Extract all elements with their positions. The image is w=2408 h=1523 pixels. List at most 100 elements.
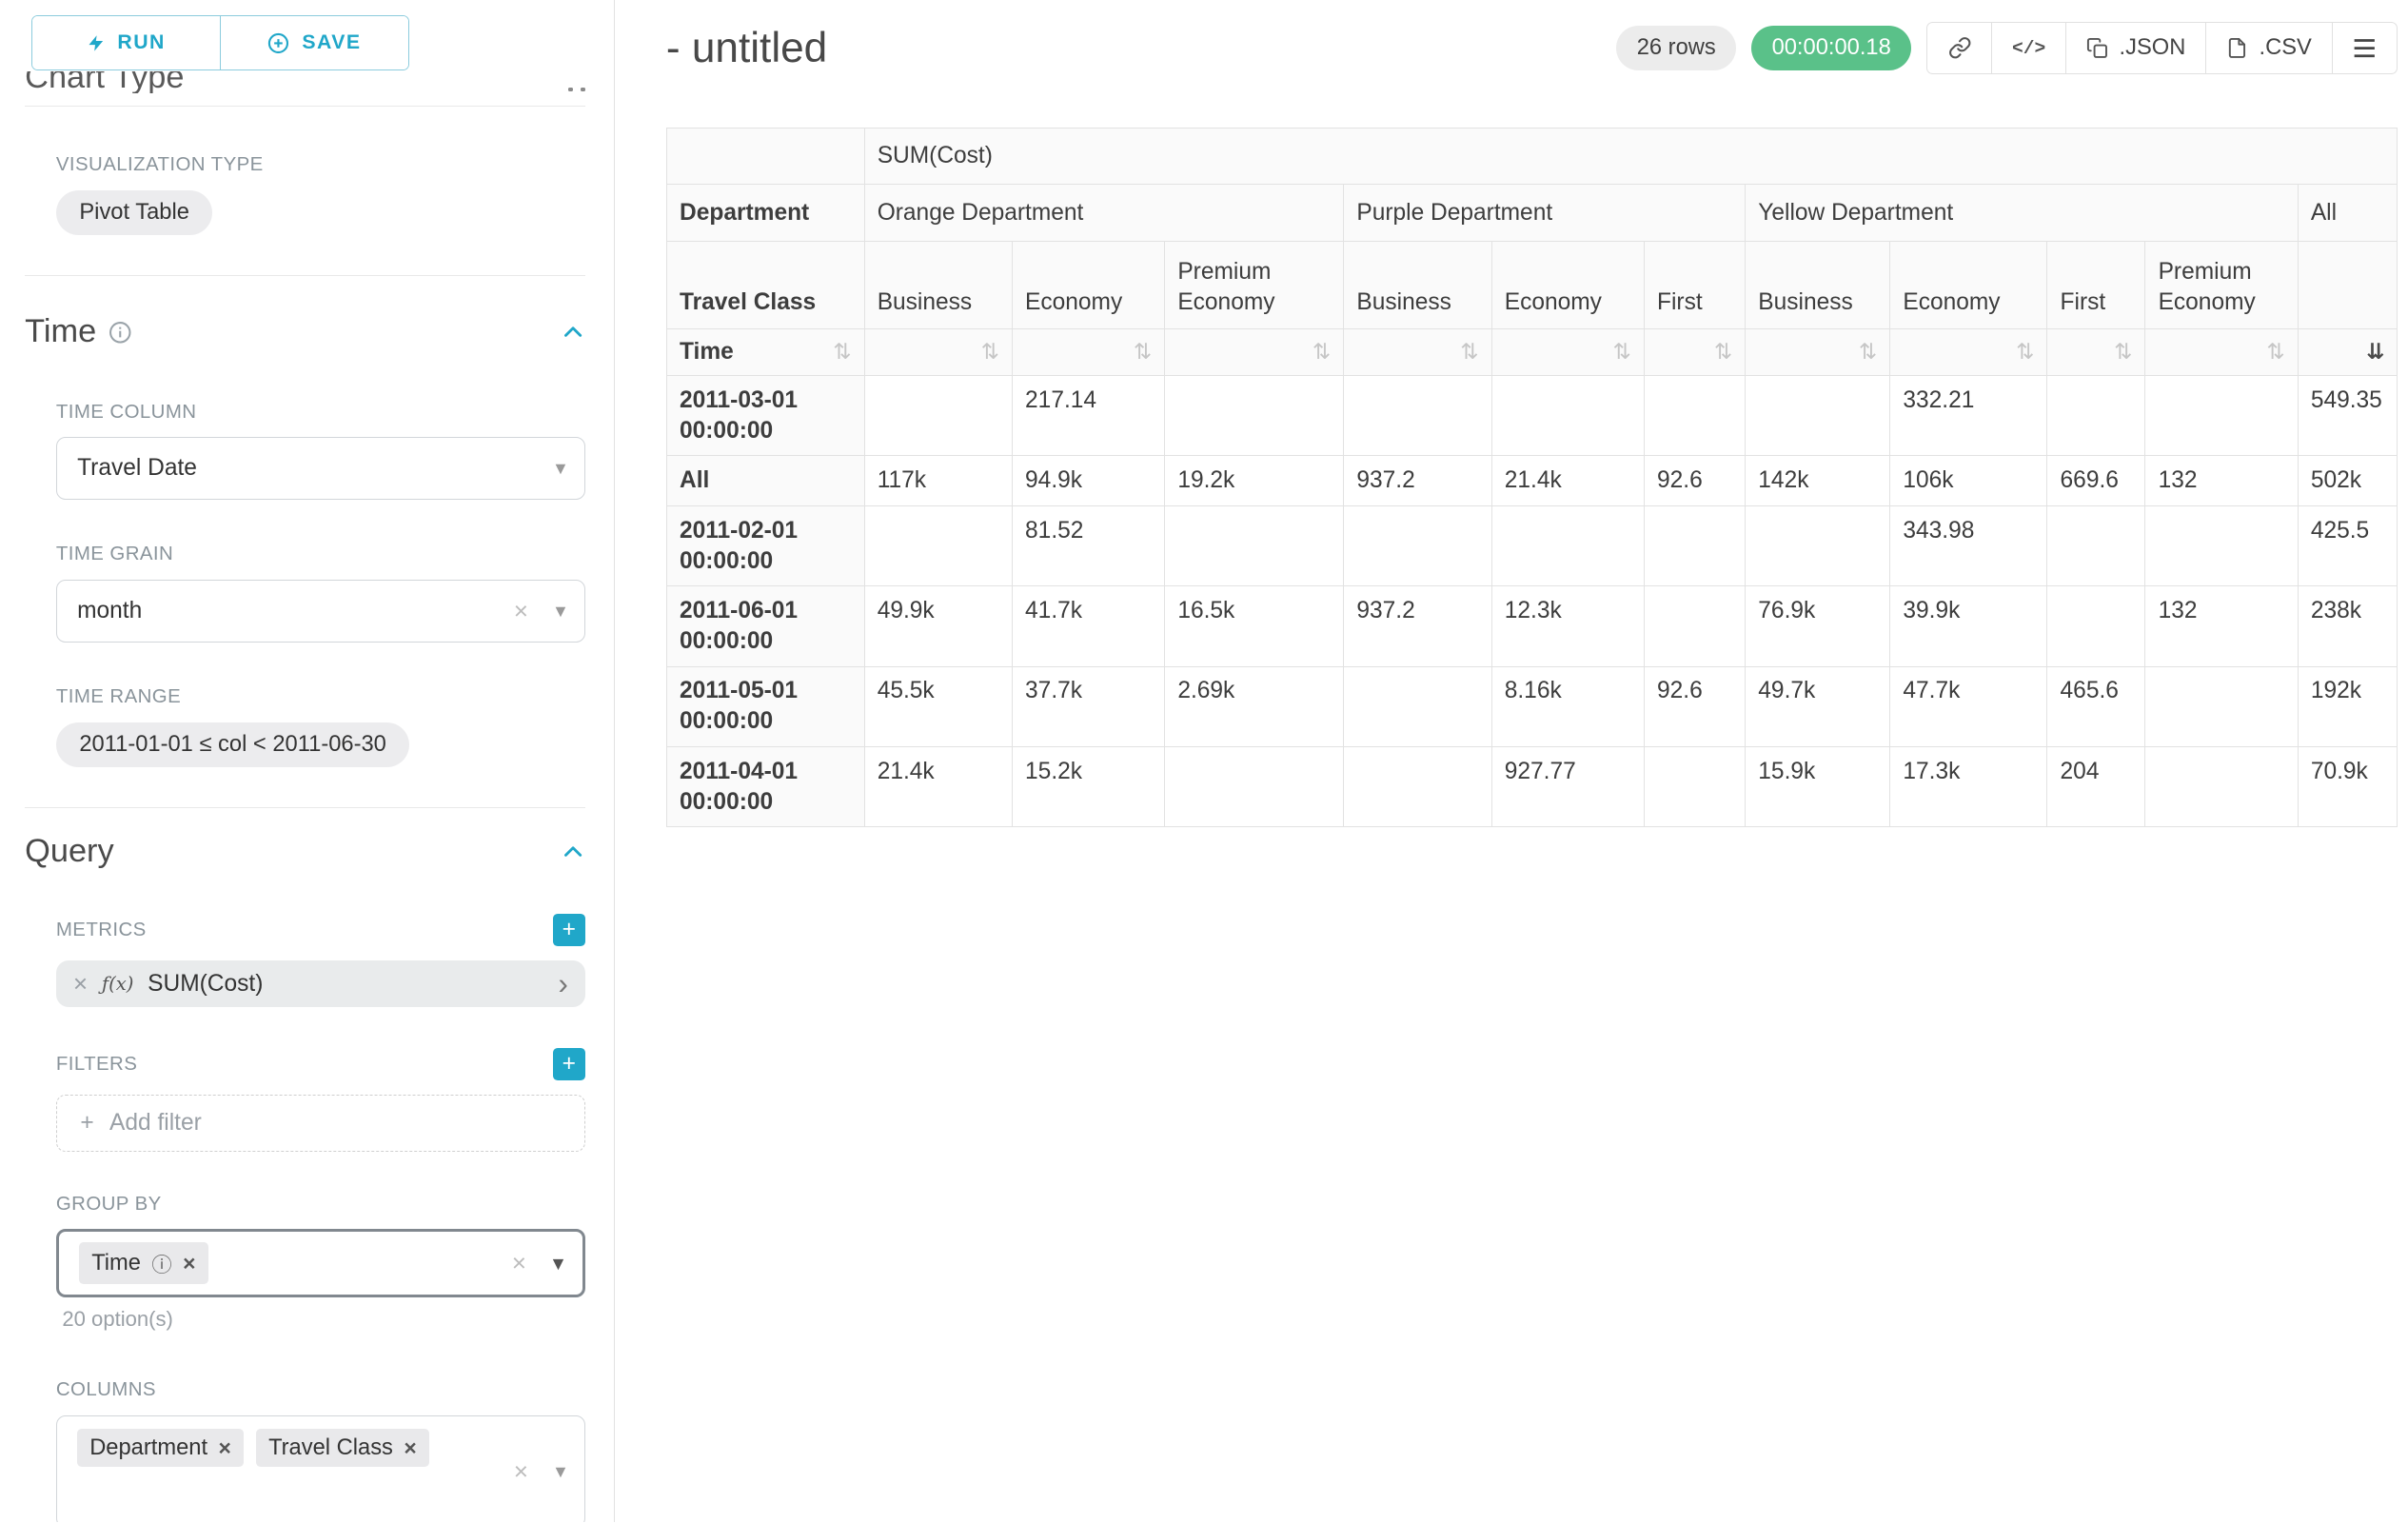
divider [25,275,585,276]
add-filter-button[interactable]: + Add filter [56,1095,585,1153]
pivot-value-cell: 332.21 [1890,376,2047,456]
pivot-value-cell: 502k [2298,456,2398,505]
pivot-value-cell: 343.98 [1890,505,2047,585]
selected-option-chip[interactable]: Department× [77,1429,244,1467]
metric-chip[interactable]: × ƒ(x) SUM(Cost) › [56,960,585,1007]
pivot-value-cell [1644,505,1745,585]
travel-class-dimension-label: Travel Class [666,242,864,329]
sort-header-cell: ⇅ [1012,329,1164,376]
info-icon: ⓘ [151,1249,171,1278]
pivot-value-cell: 21.4k [864,747,1012,827]
sort-toggle-icon[interactable]: ⇅ [1859,338,1877,366]
chevron-up-icon[interactable] [561,840,585,864]
export-csv-button[interactable]: .CSV [2205,22,2333,75]
remove-chip-icon[interactable]: × [183,1251,195,1276]
pivot-value-cell: 927.77 [1491,747,1644,827]
sort-toggle-icon[interactable]: ⇊ [2366,338,2384,366]
chevron-up-icon[interactable] [561,320,585,345]
sort-toggle-icon[interactable]: ⇅ [981,338,999,366]
sort-toggle-icon[interactable]: ⇅ [2016,338,2034,366]
pivot-value-cell: 70.9k [2298,747,2398,827]
save-button[interactable]: SAVE [220,16,408,69]
sort-toggle-icon[interactable]: ⇅ [2114,338,2132,366]
export-json-label: .JSON [2120,35,2186,61]
hamburger-menu-icon [2353,38,2377,58]
pivot-value-cell: 49.9k [864,586,1012,666]
department-group-header: Orange Department [864,184,1344,242]
pivot-value-cell [864,376,1012,456]
pivot-value-cell [1344,747,1491,827]
travel-class-header: First [2047,242,2145,329]
chevron-down-icon[interactable]: ▾ [553,1251,563,1276]
sort-toggle-icon[interactable]: ⇅ [833,338,851,366]
time-column-select[interactable]: Travel Date ▾ [56,437,585,499]
remove-chip-icon[interactable]: × [218,1435,230,1461]
chevron-right-icon[interactable]: › [559,969,568,999]
sort-toggle-icon[interactable]: ⇅ [1714,338,1732,366]
plus-circle-icon [267,32,289,54]
chevron-down-icon[interactable]: ▾ [556,599,566,623]
pivot-value-cell: 204 [2047,747,2145,827]
view-query-button[interactable]: </> [1991,22,2067,75]
time-section-header[interactable]: Time [25,313,585,350]
time-grain-select[interactable]: month × ▾ [56,580,585,642]
sort-header-cell: ⇅ [1344,329,1491,376]
add-metric-button[interactable]: + [553,914,585,946]
chevron-icon-clipped[interactable] [568,88,585,94]
sort-header-cell: ⇅ [1746,329,1890,376]
query-section-header[interactable]: Query [25,833,585,870]
sort-toggle-icon[interactable]: ⇅ [1460,338,1478,366]
sort-toggle-icon[interactable]: ⇅ [2267,338,2285,366]
add-filter-plus-button[interactable]: + [553,1048,585,1080]
sort-toggle-icon[interactable]: ⇅ [1134,338,1152,366]
columns-select[interactable]: Department× Travel Class× × ▾ [56,1415,585,1522]
run-save-button-group: RUN SAVE [31,15,409,69]
all-column-header: All [2298,184,2398,242]
columns-label: COLUMNS [56,1378,584,1401]
pivot-value-cell: 17.3k [1890,747,2047,827]
pivot-value-cell [1644,747,1745,827]
pivot-value-cell: 15.9k [1746,747,1890,827]
all-column-subheader [2298,242,2398,329]
travel-class-header: Economy [1491,242,1644,329]
travel-class-header: Premium Economy [1165,242,1344,329]
pivot-value-cell: 669.6 [2047,456,2145,505]
chevron-down-icon[interactable]: ▾ [556,1459,566,1483]
pivot-value-cell: 132 [2145,586,2298,666]
pivot-value-cell: 39.9k [1890,586,2047,666]
pivot-table: SUM(Cost)DepartmentOrange DepartmentPurp… [666,128,2398,827]
plus-icon: + [80,1110,93,1137]
clear-icon[interactable]: × [512,1249,526,1278]
time-range-label: TIME RANGE [56,685,584,708]
visualization-type-label: VISUALIZATION TYPE [56,153,584,176]
menu-button[interactable] [2332,22,2398,75]
clear-icon[interactable]: × [514,596,528,625]
group-by-select[interactable]: Timeⓘ× × ▾ [56,1229,585,1297]
time-range-chip[interactable]: 2011-01-01 ≤ col < 2011-06-30 [56,722,410,767]
viz-type-chip[interactable]: Pivot Table [56,190,213,235]
sort-toggle-icon[interactable]: ⇅ [1313,338,1331,366]
pivot-value-cell [864,505,1012,585]
selected-option-chip[interactable]: Travel Class× [256,1429,429,1467]
sort-toggle-icon[interactable]: ⇅ [1613,338,1631,366]
selected-option-chip[interactable]: Timeⓘ× [79,1242,207,1284]
remove-metric-icon[interactable]: × [73,969,88,999]
pivot-value-cell: 92.6 [1644,666,1745,746]
run-button[interactable]: RUN [32,16,220,69]
chevron-down-icon[interactable]: ▾ [556,457,566,481]
sort-header-cell: ⇊ [2298,329,2398,376]
remove-chip-icon[interactable]: × [404,1435,416,1461]
export-json-button[interactable]: .JSON [2065,22,2207,75]
add-filter-label: Add filter [109,1110,202,1137]
department-dimension-label: Department [666,184,864,242]
pivot-corner-cell [666,129,864,185]
pivot-value-cell: 15.2k [1012,747,1164,827]
pivot-value-cell [1344,505,1491,585]
row-header-cell: 2011-03-01 00:00:00 [666,376,864,456]
time-column-value: Travel Date [77,455,197,482]
pivot-value-cell [2145,505,2298,585]
share-link-button[interactable] [1926,22,1992,75]
clear-icon[interactable]: × [514,1456,528,1486]
link-icon [1948,36,1972,60]
pivot-value-cell [2145,747,2298,827]
